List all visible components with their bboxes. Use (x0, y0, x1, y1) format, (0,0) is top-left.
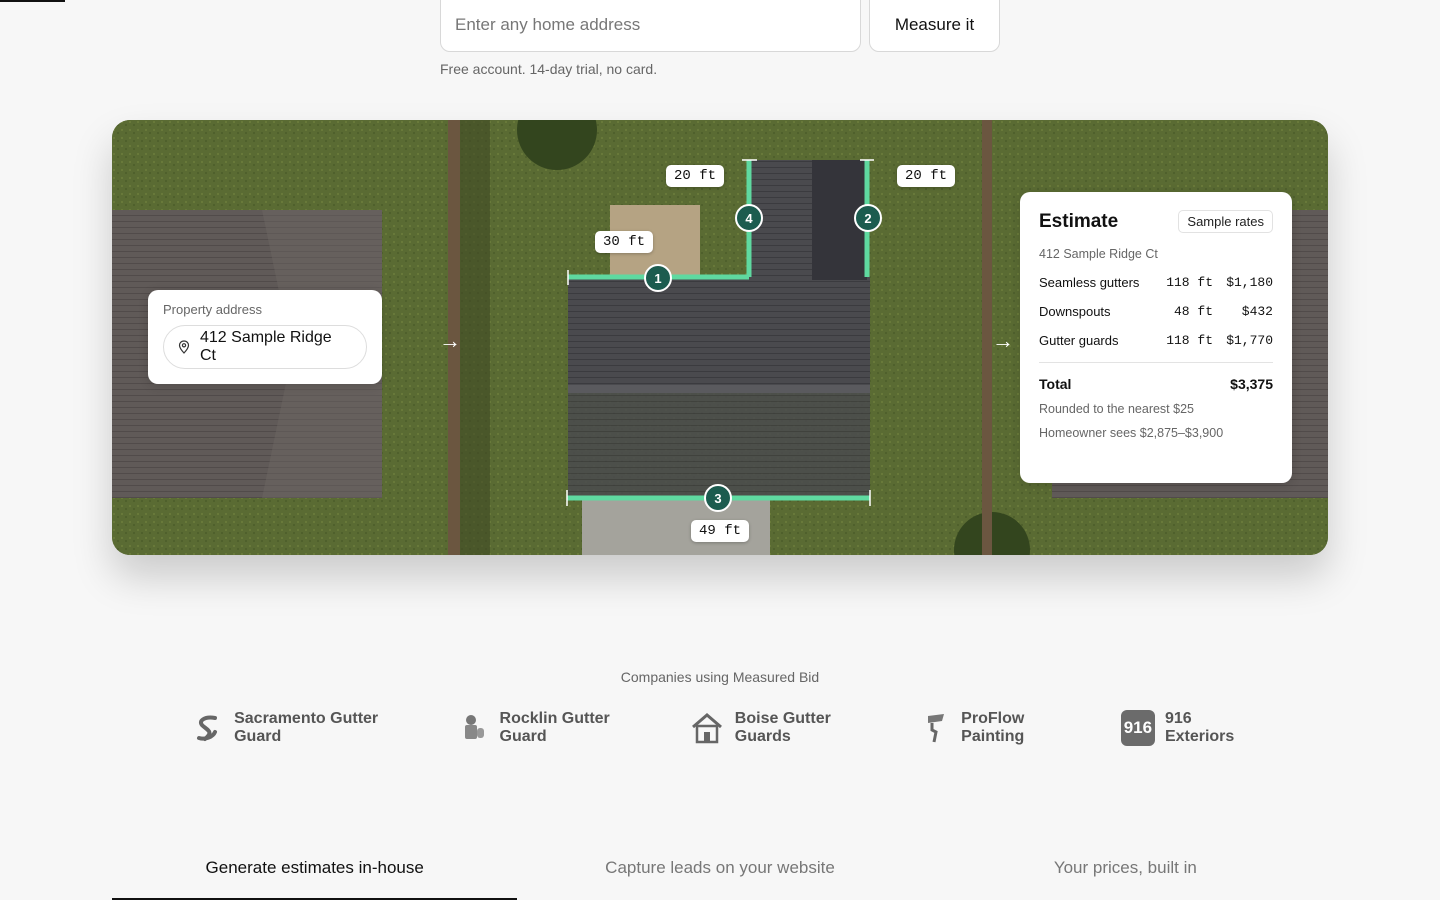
paint-roller-icon (917, 710, 951, 746)
estimate-divider (1039, 362, 1273, 363)
company-logo: ProFlow Painting (917, 710, 1085, 746)
property-address-label: Property address (163, 302, 262, 317)
address-input[interactable] (440, 0, 861, 52)
estimate-card: Estimate Sample rates 412 Sample Ridge C… (1020, 192, 1292, 483)
estimate-row: Gutter guards 118 ft $1,770 (1039, 333, 1273, 348)
trial-note: Free account. 14-day trial, no card. (440, 61, 658, 77)
company-logo: Sacramento Gutter Guard (190, 710, 419, 746)
916-badge-icon: 916 (1120, 710, 1155, 746)
svg-text:4: 4 (745, 211, 753, 226)
svg-text:1: 1 (654, 271, 661, 286)
length-label-3: 49 ft (691, 520, 750, 542)
tab-capture-leads[interactable]: Capture leads on your website (517, 852, 922, 900)
estimate-row: Seamless gutters 118 ft $1,180 (1039, 275, 1273, 290)
property-address-pill[interactable]: 412 Sample Ridge Ct (163, 325, 367, 369)
estimate-row: Downspouts 48 ft $432 (1039, 304, 1273, 319)
total-label: Total (1039, 376, 1072, 392)
estimate-title: Estimate (1039, 210, 1119, 232)
property-address-value: 412 Sample Ridge Ct (200, 329, 332, 364)
marker-2[interactable]: 2 (853, 203, 883, 233)
marker-3[interactable]: 3 (703, 483, 733, 513)
knight-icon (455, 710, 489, 746)
company-name: Sacramento Gutter Guard (234, 710, 379, 745)
company-logo: Rocklin Gutter Guard (455, 710, 652, 746)
s-swoosh-icon (190, 710, 224, 746)
company-name: ProFlow Painting (961, 710, 1025, 745)
rounding-note: Rounded to the nearest $25 (1039, 402, 1194, 416)
estimate-address: 412 Sample Ridge Ct (1039, 247, 1158, 261)
feature-tabs: Generate estimates in-house Capture lead… (112, 852, 1328, 900)
length-label-4: 20 ft (666, 165, 725, 187)
estimate-total-row: Total $3,375 (1039, 376, 1273, 392)
line-item-name: Seamless gutters (1039, 275, 1140, 290)
flow-arrow-icon: → (992, 328, 1014, 353)
company-name: 916 Exteriors (1164, 710, 1235, 745)
marker-4[interactable]: 4 (734, 203, 764, 233)
line-item-name: Downspouts (1039, 304, 1111, 319)
marker-1[interactable]: 1 (643, 263, 673, 293)
companies-title: Companies using Measured Bid (620, 669, 820, 685)
property-address-card: Property address 412 Sample Ridge Ct (148, 290, 382, 384)
line-item-cost: $1,770 (1226, 333, 1273, 348)
line-item-qty: 48 ft (1173, 304, 1213, 319)
svg-text:2: 2 (864, 211, 871, 226)
company-logos: Sacramento Gutter Guard Rocklin Gutter G… (190, 710, 1260, 746)
company-name: Boise Gutter Guards (734, 710, 831, 745)
sample-rates-badge: Sample rates (1178, 210, 1273, 233)
line-item-cost: $1,180 (1226, 275, 1273, 290)
flow-arrow-icon: → (439, 328, 461, 353)
line-item-name: Gutter guards (1039, 333, 1119, 348)
homeowner-range-note: Homeowner sees $2,875–$3,900 (1039, 426, 1224, 440)
house-icon (689, 710, 725, 746)
top-accent-line (0, 0, 65, 2)
total-value: $3,375 (1230, 376, 1273, 392)
svg-text:3: 3 (714, 491, 721, 506)
tab-generate-estimates[interactable]: Generate estimates in-house (112, 852, 518, 900)
map-pin-icon (178, 340, 190, 354)
hero-aerial-demo: 1 2 3 4 30 ft 20 ft 49 ft 20 ft → → Prop… (112, 120, 1328, 555)
length-label-2: 20 ft (897, 165, 956, 187)
length-label-1: 30 ft (595, 231, 654, 253)
company-logo: Boise Gutter Guards (689, 710, 881, 746)
line-item-cost: $432 (1241, 304, 1273, 319)
tab-your-prices[interactable]: Your prices, built in (923, 852, 1328, 900)
company-logo: 916 916 Exteriors (1120, 710, 1260, 746)
measure-button[interactable]: Measure it (869, 0, 1000, 52)
line-item-qty: 118 ft (1166, 333, 1213, 348)
line-item-qty: 118 ft (1166, 275, 1213, 290)
company-name: Rocklin Gutter Guard (499, 710, 610, 745)
